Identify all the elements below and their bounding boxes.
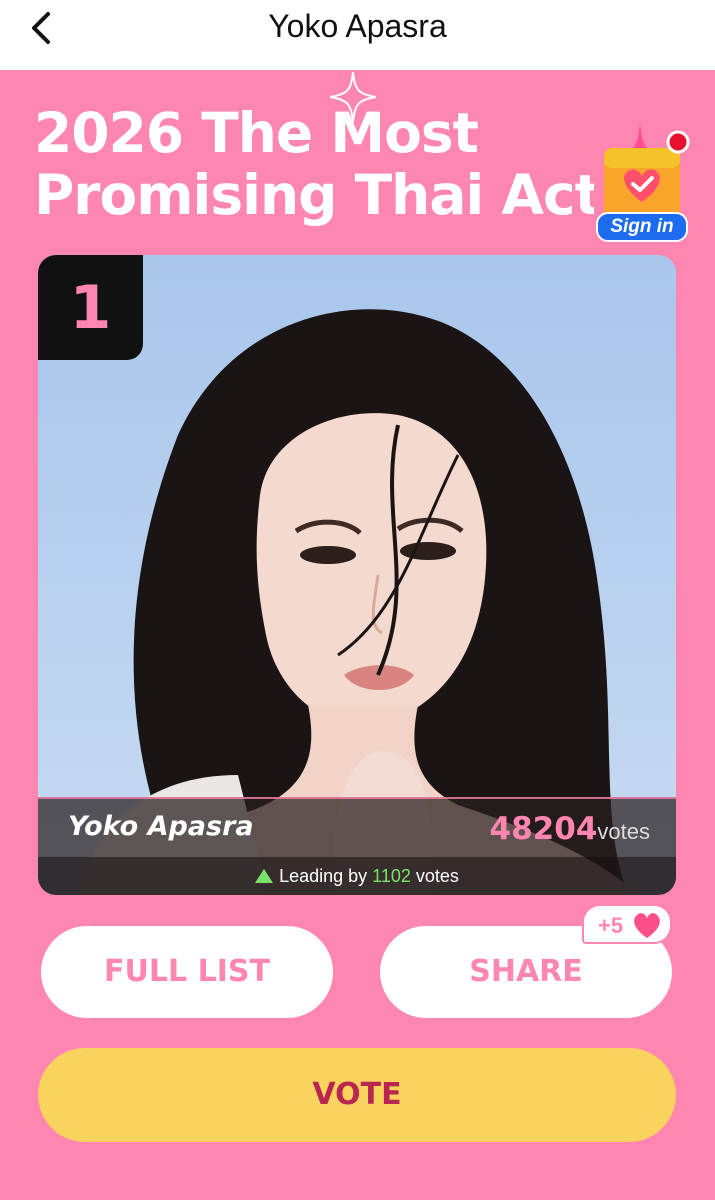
rank-badge: 1 <box>38 255 143 360</box>
sign-in-label: Sign in <box>596 212 688 242</box>
vote-button[interactable]: VOTE <box>38 1048 676 1142</box>
page-title: Yoko Apasra <box>268 8 447 44</box>
heart-icon <box>634 913 660 938</box>
full-list-button[interactable]: FULL LIST <box>41 926 333 1018</box>
contest-title-line-2: Promising Thai Acto <box>34 163 594 226</box>
up-arrow-icon <box>255 869 274 883</box>
share-bonus-badge: +5 <box>582 904 672 944</box>
leading-indicator: Leading by 1102 votes <box>38 857 676 895</box>
share-bonus-label: +5 <box>598 913 624 938</box>
sign-in-widget[interactable]: Sign in <box>592 124 692 246</box>
leading-prefix: Leading by <box>279 866 368 886</box>
leading-suffix: votes <box>415 866 459 886</box>
vote-count: 48204votes <box>490 811 650 847</box>
candidate-info-bar: Yoko Apasra 48204votes Leading by 1102 v… <box>38 797 676 895</box>
candidate-card[interactable]: 1 Yoko Apasra 48204votes Leading by 1102… <box>38 255 676 895</box>
vote-count-suffix: votes <box>597 819 650 844</box>
vote-count-number: 48204 <box>489 811 598 847</box>
divider-line <box>38 797 676 799</box>
contest-title: 2026 The Most Promising Thai Acto <box>34 102 594 226</box>
top-bar: Yoko Apasra <box>0 0 715 70</box>
leading-count: 1102 <box>372 866 411 886</box>
contest-title-line-1: 2026 The Most <box>34 102 479 165</box>
candidate-name: Yoko Apasra <box>68 811 254 842</box>
